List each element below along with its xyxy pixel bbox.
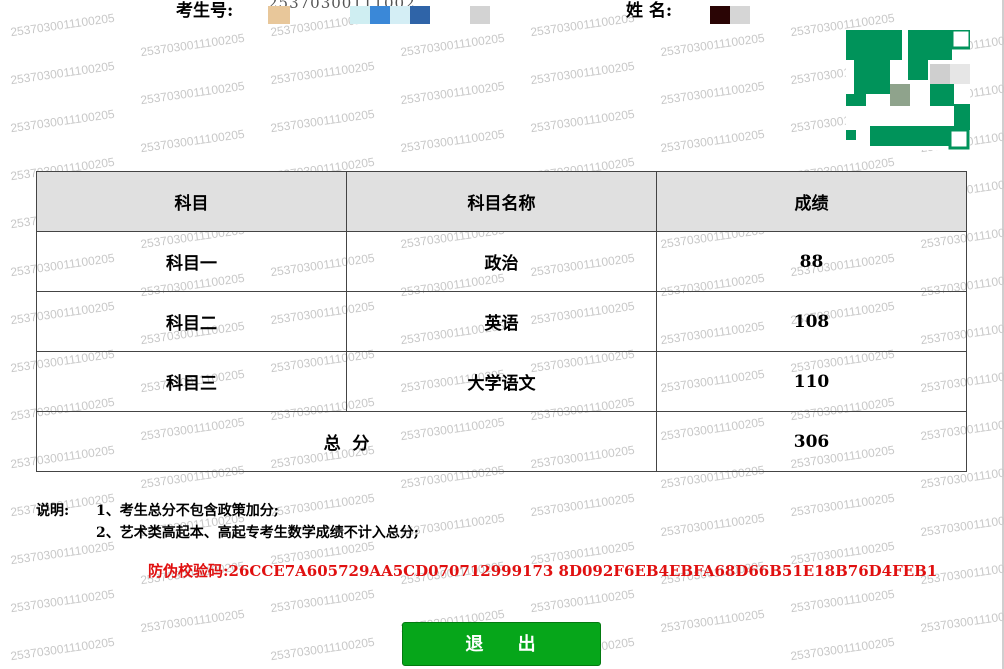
exit-button[interactable]: 退 出 [402, 622, 601, 666]
watermark-text: 2537030011100205 [529, 490, 636, 520]
privacy-mask [470, 6, 490, 24]
privacy-mask [268, 6, 290, 24]
total-label: 总 分 [36, 411, 657, 472]
table-row: 科目二 英语 108 [36, 291, 967, 352]
privacy-mask [370, 6, 390, 24]
watermark-text: 2537030011100205 [529, 586, 636, 616]
watermark-text: 2537030011100205 [269, 634, 376, 664]
name-mask [710, 6, 730, 24]
exam-number-label: 考生号: [176, 1, 234, 21]
score-table: 科目 科目名称 成绩 科目一 政治 88 科目二 英语 108 科目三 大学语文… [36, 171, 967, 472]
subject-name-cell: 英语 [346, 291, 657, 352]
watermark-text: 2537030011100205 [269, 58, 376, 88]
watermark-text: 2537030011100205 [9, 106, 116, 136]
column-header-score: 成绩 [656, 171, 967, 232]
column-header-subject-name: 科目名称 [346, 171, 657, 232]
watermark-text: 2537030011100205 [139, 30, 246, 60]
watermark-text: 2537030011100205 [789, 634, 896, 664]
watermark-text: 2537030011100205 [269, 586, 376, 616]
table-row: 科目三 大学语文 110 [36, 351, 967, 412]
name-mask [730, 6, 750, 24]
watermark-text: 2537030011100205 [919, 510, 1004, 540]
watermark-text: 2537030011100205 [659, 510, 766, 540]
verification-label: 防伪校验码: [148, 562, 229, 580]
verification-code: 26CCE7A605729AA5CD070712999173 8D092F6EB… [228, 562, 938, 580]
table-header-row: 科目 科目名称 成绩 [36, 171, 967, 232]
qr-code-icon [846, 30, 970, 150]
watermark-text: 2537030011100205 [659, 126, 766, 156]
watermark-text: 2537030011100205 [399, 78, 506, 108]
subject-cell: 科目一 [36, 231, 347, 292]
note-item-1: 1、考生总分不包含政策加分; [96, 503, 279, 519]
watermark-text: 2537030011100205 [9, 58, 116, 88]
total-score: 306 [656, 411, 967, 472]
watermark-text: 2537030011100205 [269, 490, 376, 520]
watermark-text: 2537030011100205 [529, 58, 636, 88]
watermark-text: 2537030011100205 [9, 586, 116, 616]
watermark-text: 2537030011100205 [659, 606, 766, 636]
watermark-text: 2537030011100205 [399, 126, 506, 156]
watermark-text: 2537030011100205 [139, 606, 246, 636]
verification-code-line: 防伪校验码:26CCE7A605729AA5CD070712999173 8D0… [148, 560, 937, 581]
column-header-subject: 科目 [36, 171, 347, 232]
subject-name-cell: 大学语文 [346, 351, 657, 412]
watermark-text: 2537030011100205 [529, 10, 636, 40]
watermark-text: 2537030011100205 [529, 106, 636, 136]
name-label: 姓 名: [626, 1, 673, 21]
score-cell: 108 [656, 291, 967, 352]
watermark-text: 2537030011100205 [139, 78, 246, 108]
watermark-text: 2537030011100205 [399, 30, 506, 60]
watermark-text: 2537030011100205 [269, 106, 376, 136]
table-row: 科目一 政治 88 [36, 231, 967, 292]
total-row: 总 分 306 [36, 411, 967, 472]
watermark-text: 2537030011100205 [789, 490, 896, 520]
subject-cell: 科目二 [36, 291, 347, 352]
watermark-text: 2537030011100205 [659, 30, 766, 60]
watermark-text: 2537030011100205 [9, 634, 116, 664]
watermark-text: 2537030011100205 [919, 606, 1004, 636]
privacy-mask [390, 6, 410, 24]
score-cell: 110 [656, 351, 967, 412]
subject-name-cell: 政治 [346, 231, 657, 292]
watermark-text: 2537030011100205 [659, 78, 766, 108]
privacy-mask [350, 6, 370, 24]
note-item-2: 2、艺术类高起本、高起专考生数学成绩不计入总分; [96, 525, 419, 541]
privacy-mask [410, 6, 430, 24]
notes-title: 说明: [36, 503, 70, 519]
watermark-text: 2537030011100205 [9, 10, 116, 40]
subject-cell: 科目三 [36, 351, 347, 412]
score-cell: 88 [656, 231, 967, 292]
watermark-text: 2537030011100205 [789, 586, 896, 616]
watermark-text: 2537030011100205 [139, 126, 246, 156]
